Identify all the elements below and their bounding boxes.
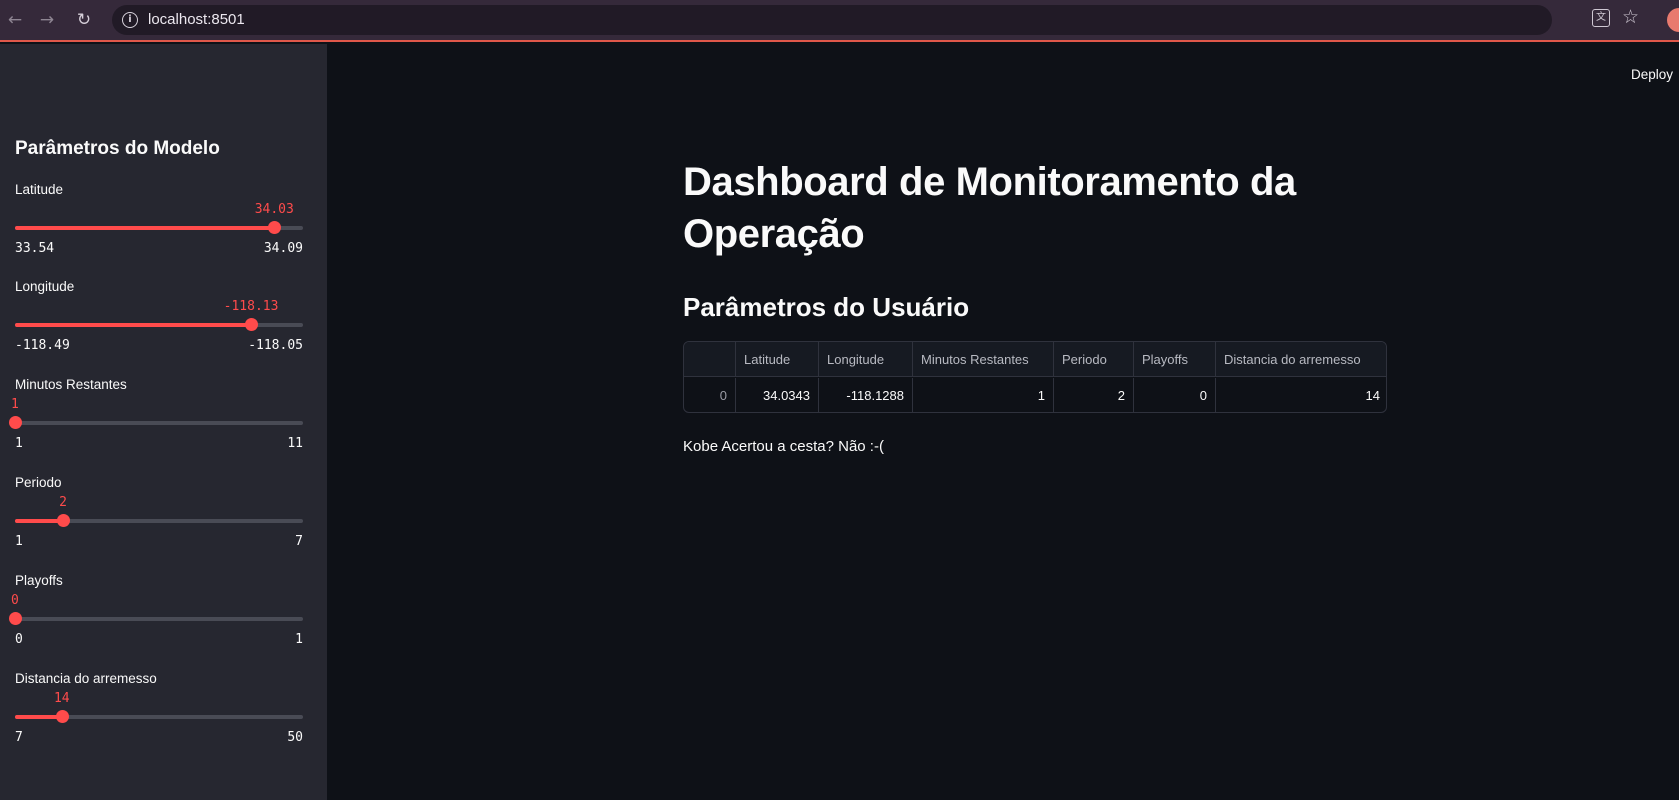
slider-thumb[interactable] bbox=[57, 514, 71, 527]
table-cell[interactable]: 2 bbox=[1054, 378, 1134, 412]
slider-label: Minutos Restantes bbox=[15, 377, 127, 392]
slider-label: Playoffs bbox=[15, 573, 63, 588]
slider-max: -118.05 bbox=[248, 338, 303, 353]
slider-latitude: Latitude 34.03 33.54 34.09 bbox=[15, 182, 303, 272]
table-cell[interactable]: 0 bbox=[1134, 378, 1216, 412]
deploy-button[interactable]: Deploy bbox=[1631, 67, 1679, 82]
main-content: Deploy Dashboard de Monitoramento da Ope… bbox=[327, 44, 1679, 800]
slider-thumb[interactable] bbox=[268, 221, 282, 234]
slider-playoffs: Playoffs 0 0 1 bbox=[9, 573, 303, 663]
table-header-cell[interactable]: Longitude bbox=[819, 342, 913, 377]
slider-value: 14 bbox=[53, 691, 70, 706]
table-header-cell[interactable]: Minutos Restantes bbox=[913, 342, 1054, 377]
slider-min: -118.49 bbox=[15, 338, 70, 353]
slider-label: Latitude bbox=[15, 182, 64, 197]
parameters-table[interactable]: Latitude Longitude Minutos Restantes Per… bbox=[683, 341, 1387, 413]
slider-thumb[interactable] bbox=[55, 710, 69, 723]
bookmark-star-icon[interactable]: ☆ bbox=[1622, 6, 1639, 28]
slider-value: 34.03 bbox=[254, 202, 294, 217]
sidebar: Parâmetros do Modelo Latitude 34.03 33.5… bbox=[0, 44, 327, 800]
slider-max: 1 bbox=[295, 632, 303, 647]
table-cell[interactable]: 14 bbox=[1216, 378, 1386, 412]
slider-track[interactable] bbox=[15, 421, 303, 425]
slider-min: 1 bbox=[15, 436, 23, 451]
prediction-result-text: Kobe Acertou a cesta? Não :-( bbox=[683, 438, 884, 455]
slider-distancia-do-arremesso: Distancia do arremesso 14 7 50 bbox=[15, 671, 303, 761]
table-cell[interactable]: 1 bbox=[913, 378, 1054, 412]
browser-toolbar: ← → ↻ i localhost:8501 文 ☆ bbox=[0, 0, 1679, 42]
table-header-cell[interactable]: Latitude bbox=[736, 342, 819, 377]
slider-thumb[interactable] bbox=[9, 612, 22, 625]
slider-value: 1 bbox=[11, 397, 19, 412]
address-bar[interactable]: i localhost:8501 bbox=[112, 5, 1552, 35]
back-icon[interactable]: ← bbox=[2, 7, 28, 33]
slider-min: 33.54 bbox=[15, 241, 55, 256]
table-header-cell bbox=[684, 342, 736, 377]
slider-value: 2 bbox=[59, 495, 67, 510]
table-cell[interactable]: 34.0343 bbox=[736, 378, 819, 412]
slider-thumb[interactable] bbox=[245, 318, 259, 331]
table-header-cell[interactable]: Periodo bbox=[1054, 342, 1134, 377]
slider-fill bbox=[15, 715, 62, 719]
translate-icon[interactable]: 文 bbox=[1592, 9, 1610, 27]
reload-icon[interactable]: ↻ bbox=[71, 7, 97, 33]
slider-max: 50 bbox=[287, 730, 303, 745]
table-header-cell[interactable]: Distancia do arremesso bbox=[1216, 342, 1386, 377]
slider-fill bbox=[15, 519, 64, 523]
profile-avatar[interactable] bbox=[1667, 8, 1679, 32]
table-index-cell: 0 bbox=[684, 378, 736, 412]
slider-label: Distancia do arremesso bbox=[15, 671, 157, 686]
url-text[interactable]: localhost:8501 bbox=[148, 11, 245, 28]
site-info-icon[interactable]: i bbox=[122, 12, 138, 28]
slider-longitude: Longitude -118.13 -118.49 -118.05 bbox=[15, 279, 303, 369]
section-header: Parâmetros do Usuário bbox=[683, 292, 970, 322]
slider-value: -118.13 bbox=[223, 299, 279, 314]
slider-minutos-restantes: Minutos Restantes 1 1 11 bbox=[9, 377, 303, 467]
slider-thumb[interactable] bbox=[9, 416, 22, 429]
slider-value: 0 bbox=[11, 593, 19, 608]
slider-max: 7 bbox=[295, 534, 303, 549]
slider-fill bbox=[15, 226, 275, 230]
slider-track[interactable] bbox=[15, 226, 303, 230]
slider-track[interactable] bbox=[15, 323, 303, 327]
slider-label: Periodo bbox=[15, 475, 62, 490]
slider-label: Longitude bbox=[15, 279, 75, 294]
table-header-cell[interactable]: Playoffs bbox=[1134, 342, 1216, 377]
slider-min: 1 bbox=[15, 534, 23, 549]
page-title: Dashboard de Monitoramento da Operação bbox=[683, 160, 1296, 256]
slider-min: 7 bbox=[15, 730, 23, 745]
slider-fill bbox=[15, 323, 252, 327]
slider-max: 34.09 bbox=[263, 241, 303, 256]
table-row: 0 34.0343 -118.1288 1 2 0 14 bbox=[684, 378, 1386, 412]
slider-min: 0 bbox=[15, 632, 23, 647]
table-header-row: Latitude Longitude Minutos Restantes Per… bbox=[684, 342, 1386, 377]
slider-track[interactable] bbox=[15, 617, 303, 621]
forward-icon[interactable]: → bbox=[34, 7, 60, 33]
slider-max: 11 bbox=[287, 436, 303, 451]
slider-periodo: Periodo 2 1 7 bbox=[15, 475, 303, 565]
sidebar-title: Parâmetros do Modelo bbox=[15, 138, 220, 159]
table-cell[interactable]: -118.1288 bbox=[819, 378, 913, 412]
